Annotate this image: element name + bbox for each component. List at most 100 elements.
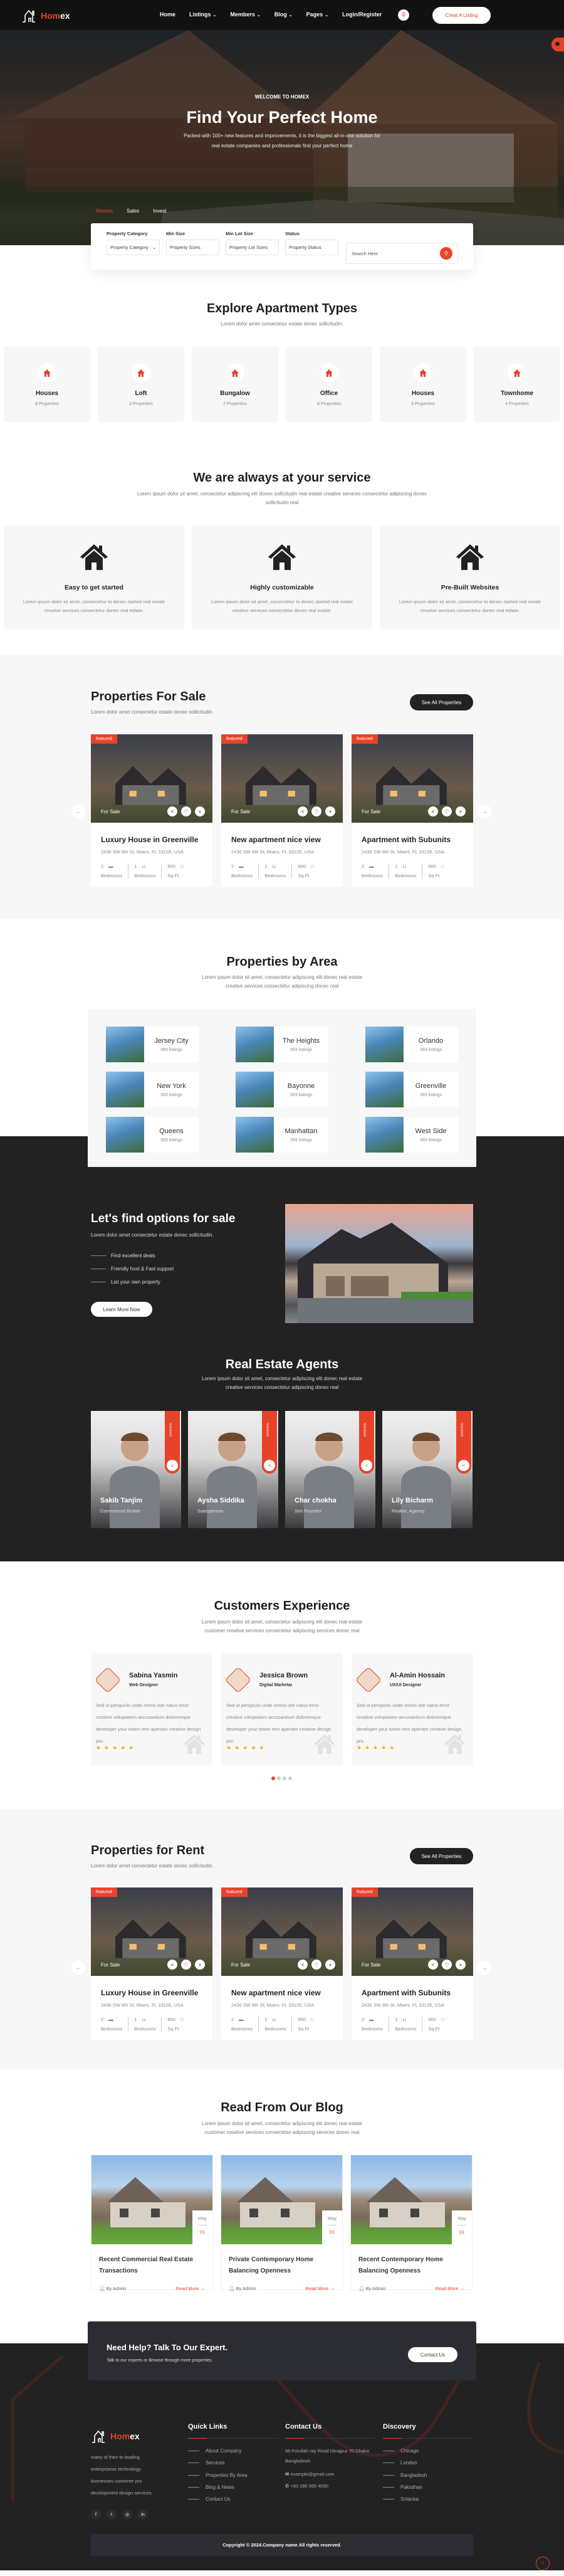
agent-card[interactable]: SHARE < Aysha Siddika Salesperson <box>188 1411 278 1528</box>
blog-card[interactable]: May 01 Private Contemporary Home Balancin… <box>221 2155 343 2291</box>
pagination-dot[interactable] <box>277 1776 281 1780</box>
share-icon[interactable]: < <box>428 806 438 816</box>
property-card[interactable]: featured For Sale < ♡ + Apartment with Sub… <box>352 734 473 887</box>
plus-icon[interactable]: + <box>456 806 466 816</box>
footer-logo[interactable]: Homex <box>91 2429 179 2443</box>
back-to-top-button[interactable]: ^ <box>536 2557 550 2570</box>
property-title[interactable]: Luxury House in Greenville <box>101 835 202 844</box>
tab-sales[interactable]: Sales <box>127 208 139 214</box>
search-submit-button[interactable]: ⚲ <box>440 247 452 260</box>
area-item[interactable]: The Heights 393 listings <box>236 1027 328 1062</box>
settings-toggle[interactable]: ✹ <box>551 38 564 51</box>
share-ribbon[interactable]: SHARE < <box>359 1411 374 1474</box>
sale-prev-arrow[interactable]: ← <box>71 805 85 818</box>
quick-link[interactable]: About Company <box>188 2445 278 2457</box>
property-category-select[interactable]: Property Category ⌄ <box>107 240 160 255</box>
quick-link[interactable]: Services <box>188 2457 278 2469</box>
agent-card[interactable]: SHARE < Char chokha Seo Founder <box>285 1411 375 1528</box>
blog-card[interactable]: May 01 Recent Contemporary Home Balancing… <box>350 2155 473 2291</box>
nav-item[interactable]: Login/Register⌄ <box>342 11 382 18</box>
area-item[interactable]: Jersey City 393 listings <box>106 1027 199 1062</box>
property-card[interactable]: featured For Sale < ♡ + New apartment nice… <box>221 1887 343 2040</box>
heart-icon[interactable]: ♡ <box>442 1960 452 1970</box>
blog-card[interactable]: May 01 Recent Commercial Real Estate Tran… <box>91 2155 213 2291</box>
share-ribbon[interactable]: SHARE < <box>262 1411 277 1474</box>
apartment-type-card[interactable]: Bungalow 2 Properties <box>192 346 278 422</box>
nav-item[interactable]: Members ⌄ <box>230 11 260 18</box>
blog-title[interactable]: Recent Contemporary Home Balancing Openn… <box>351 2244 472 2281</box>
apartment-type-card[interactable]: Houses 8 Properties <box>4 346 90 422</box>
plus-icon[interactable]: + <box>195 1960 205 1970</box>
read-more-link[interactable]: Read More → <box>435 2286 464 2291</box>
heart-icon[interactable]: ♡ <box>311 806 321 816</box>
tab-rentals[interactable]: Rentals <box>96 208 113 214</box>
discovery-link[interactable]: London <box>383 2457 473 2469</box>
apartment-type-card[interactable]: Office 8 Properties <box>286 346 372 422</box>
nav-item[interactable]: Home⌄ <box>160 11 175 18</box>
heart-icon[interactable]: ♡ <box>181 806 191 816</box>
share-ribbon[interactable]: SHARE < <box>165 1411 180 1474</box>
apartment-type-card[interactable]: Loft 3 Properties <box>98 346 184 422</box>
property-title[interactable]: New apartment nice view <box>231 835 333 844</box>
nav-item[interactable]: Pages ⌄ <box>306 11 328 18</box>
nav-item[interactable]: Blog ⌄ <box>274 11 293 18</box>
learn-more-button[interactable]: Learn More Now <box>91 1302 152 1317</box>
property-card[interactable]: featured For Sale < ♡ + Luxury House in Gr… <box>91 1887 212 2040</box>
property-title[interactable]: Apartment with Subunits <box>362 835 463 844</box>
area-item[interactable]: Manhattan 393 listings <box>236 1117 328 1153</box>
blog-title[interactable]: Private Contemporary Home Balancing Open… <box>221 2244 342 2281</box>
pagination-dot[interactable] <box>288 1776 292 1780</box>
property-title[interactable]: Apartment with Subunits <box>362 1988 463 1997</box>
read-more-link[interactable]: Read More → <box>175 2286 205 2291</box>
email-row[interactable]: ✉ example@gmail.com <box>285 2469 375 2479</box>
pagination-dot[interactable] <box>283 1776 286 1780</box>
see-all-rent-button[interactable]: See All Properties <box>410 1848 473 1864</box>
heart-icon[interactable]: ♡ <box>442 806 452 816</box>
min-lot-size-input[interactable]: Property Lot Sizes <box>226 240 279 255</box>
plus-icon[interactable]: + <box>325 1960 335 1970</box>
search-input[interactable]: Search Here ⚲ <box>346 243 458 264</box>
read-more-link[interactable]: Read More → <box>305 2286 335 2291</box>
discovery-link[interactable]: Pakisthan <box>383 2481 473 2493</box>
share-icon[interactable]: < <box>167 806 177 816</box>
discovery-link[interactable]: Chicago <box>383 2445 473 2457</box>
sale-next-arrow[interactable]: → <box>478 805 491 818</box>
quick-link[interactable]: Properties By Area <box>188 2469 278 2481</box>
create-listing-button[interactable]: Creat A Listing <box>432 7 491 24</box>
agent-card[interactable]: SHARE < Sakib Tanjim Commercial Broker <box>91 1411 181 1528</box>
quick-link[interactable]: Contact Us <box>188 2493 278 2505</box>
logo[interactable]: Homex <box>21 9 70 23</box>
heart-icon[interactable]: ♡ <box>311 1960 321 1970</box>
share-ribbon[interactable]: SHARE < <box>456 1411 471 1474</box>
apartment-type-card[interactable]: Houses 5 Properties <box>380 346 466 422</box>
instagram-icon[interactable]: ◎ <box>122 2510 132 2520</box>
plus-icon[interactable]: + <box>456 1960 466 1970</box>
share-icon[interactable]: < <box>428 1960 438 1970</box>
rent-next-arrow[interactable]: → <box>478 1961 491 1975</box>
apartment-type-card[interactable]: Townhome 4 Properties <box>474 346 560 422</box>
search-button[interactable]: ⚲ <box>398 9 409 21</box>
plus-icon[interactable]: + <box>195 806 205 816</box>
discovery-link[interactable]: Bangladesh <box>383 2469 473 2481</box>
twitter-icon[interactable]: t <box>107 2510 117 2520</box>
share-icon[interactable]: < <box>298 806 308 816</box>
property-card[interactable]: featured For Sale < ♡ + New apartment nice… <box>221 734 343 887</box>
property-title[interactable]: New apartment nice view <box>231 1988 333 1997</box>
area-item[interactable]: Greenville 393 listings <box>365 1072 458 1107</box>
tab-invest[interactable]: Invest <box>153 208 166 214</box>
pagination-dot[interactable] <box>271 1776 275 1780</box>
area-item[interactable]: West Side 393 listings <box>365 1117 458 1153</box>
facebook-icon[interactable]: f <box>91 2510 101 2520</box>
discovery-link[interactable]: Srilanka <box>383 2493 473 2505</box>
property-card[interactable]: featured For Sale < ♡ + Apartment with Sub… <box>352 1887 473 2040</box>
plus-icon[interactable]: + <box>325 806 335 816</box>
area-item[interactable]: Queens 393 listings <box>106 1117 199 1153</box>
area-item[interactable]: Bayonne 393 listings <box>236 1072 328 1107</box>
agent-card[interactable]: SHARE < Lily Bicharm Realtor, Agency <box>382 1411 473 1528</box>
property-title[interactable]: Luxury House in Greenville <box>101 1988 202 1997</box>
area-item[interactable]: Orlando 393 listings <box>365 1027 458 1062</box>
status-input[interactable]: Property Status <box>285 240 338 255</box>
property-card[interactable]: featured For Sale < ♡ + Luxury House in Gr… <box>91 734 212 887</box>
quick-link[interactable]: Blog & News <box>188 2481 278 2493</box>
area-item[interactable]: New York 393 listings <box>106 1072 199 1107</box>
